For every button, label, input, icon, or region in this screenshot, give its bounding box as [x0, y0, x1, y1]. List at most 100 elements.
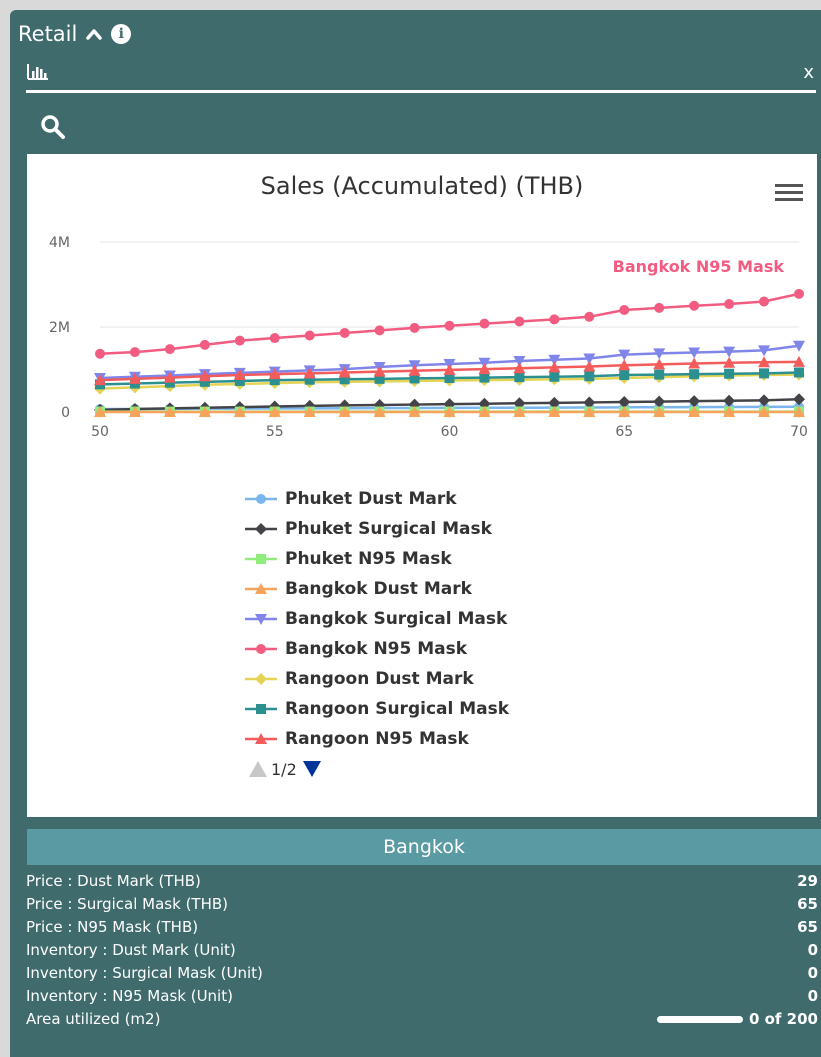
hamburger-menu-icon[interactable]: [775, 180, 803, 202]
x-tick-label: 65: [615, 424, 633, 440]
legend-symbol: [245, 644, 277, 654]
legend-label: Phuket N95 Mask: [285, 549, 452, 569]
city-stats: Price : Dust Mark (THB) 29 Price : Surgica…: [26, 870, 818, 1031]
data-point: [479, 372, 490, 383]
series-data-label: Bangkok N95 Mask: [613, 257, 785, 276]
legend-label: Phuket Surgical Mask: [285, 519, 492, 539]
data-point: [584, 311, 595, 322]
close-button[interactable]: x: [803, 62, 814, 83]
panel-title: Retail: [18, 22, 78, 46]
x-tick-label: 50: [91, 424, 109, 440]
legend-label: Bangkok Surgical Mask: [285, 609, 508, 629]
legend-symbol: [245, 704, 277, 714]
chart-legend: Phuket Dust Mark Phuket Surgical Mask Phuk…: [245, 484, 645, 784]
legend-item[interactable]: Phuket N95 Mask: [245, 544, 645, 574]
stat-row: Price : Surgical Mask (THB) 65: [26, 893, 818, 916]
data-point: [794, 367, 804, 378]
data-point: [654, 302, 665, 313]
info-icon[interactable]: i: [111, 24, 132, 44]
sales-chart: Sales (Accumulated) (THB) 0 2M 4M 50 55 60 65 70…: [27, 154, 817, 817]
x-tick-label: 60: [441, 424, 459, 440]
data-point: [444, 320, 455, 331]
stat-row: Price : N95 Mask (THB) 65: [26, 916, 818, 939]
stat-value: 65: [797, 918, 818, 936]
y-tick-label: 4M: [49, 235, 70, 251]
stat-label: Price : N95 Mask (THB): [26, 918, 199, 936]
chevron-up-icon[interactable]: [85, 25, 103, 43]
stat-label: Price : Dust Mark (THB): [26, 872, 201, 890]
city-header: Bangkok: [27, 829, 821, 865]
retail-panel: Retail i x Sales (Accumulated) (THB) 0 2…: [10, 10, 821, 1057]
stat-value: 0: [807, 941, 818, 959]
legend-symbol: [245, 523, 277, 535]
data-point: [304, 330, 315, 341]
toolbar: x: [26, 58, 816, 93]
legend-label: Rangoon N95 Mask: [285, 729, 469, 749]
data-point: [689, 369, 700, 380]
data-point: [256, 704, 266, 714]
data-point: [256, 644, 266, 654]
triangle-up-icon[interactable]: [249, 761, 267, 777]
legend-label: Bangkok N95 Mask: [285, 639, 468, 659]
data-point: [339, 327, 350, 338]
data-point: [724, 299, 735, 310]
data-point: [129, 347, 140, 358]
data-point: [374, 325, 385, 336]
legend-pager: 1/2: [249, 754, 645, 784]
data-point: [654, 369, 665, 380]
data-point: [234, 335, 245, 346]
data-point: [514, 372, 525, 383]
legend-item[interactable]: Rangoon Surgical Mask: [245, 694, 645, 724]
data-point: [549, 314, 560, 325]
stat-value: 0: [807, 987, 818, 1005]
legend-item[interactable]: Rangoon N95 Mask: [245, 724, 645, 754]
legend-symbol: [245, 494, 277, 504]
legend-label: Rangoon Surgical Mask: [285, 699, 510, 719]
data-point: [619, 305, 630, 315]
x-tick-label: 70: [790, 424, 808, 440]
data-point: [95, 348, 105, 359]
data-point: [549, 371, 560, 382]
legend-label: Bangkok Dust Mark: [285, 579, 472, 599]
search-icon[interactable]: [40, 114, 66, 140]
data-point: [479, 318, 490, 329]
stat-row: Price : Dust Mark (THB) 29: [26, 870, 818, 893]
data-point: [759, 296, 770, 307]
data-point: [689, 300, 700, 311]
legend-symbol: [245, 614, 277, 625]
data-point: [269, 333, 280, 344]
x-tick-label: 55: [266, 424, 284, 440]
legend-item[interactable]: Phuket Surgical Mask: [245, 514, 645, 544]
data-point: [619, 370, 630, 381]
legend-item[interactable]: Rangoon Dust Mark: [245, 664, 645, 694]
legend-symbol: [245, 673, 277, 685]
legend-item[interactable]: Bangkok Surgical Mask: [245, 604, 645, 634]
area-row: Area utilized (m2) 0 of 200: [26, 1008, 818, 1031]
legend-item[interactable]: Bangkok Dust Mark: [245, 574, 645, 604]
data-point: [199, 339, 210, 350]
stat-value: 0: [807, 964, 818, 982]
legend-symbol: [245, 583, 277, 594]
stat-value: 29: [797, 872, 818, 890]
bar-chart-icon[interactable]: [26, 62, 50, 82]
legend-page-label: 1/2: [271, 759, 297, 779]
y-tick-label: 0: [61, 405, 70, 421]
panel-header: Retail i: [18, 20, 132, 48]
legend-item[interactable]: Phuket Dust Mark: [245, 484, 645, 514]
stat-label: Inventory : Dust Mark (Unit): [26, 941, 236, 959]
triangle-down-icon[interactable]: [302, 761, 321, 777]
chart-title: Sales (Accumulated) (THB): [261, 172, 584, 200]
stat-label: Price : Surgical Mask (THB): [26, 895, 229, 913]
legend-symbol: [245, 733, 277, 744]
data-point: [164, 344, 175, 355]
data-point: [256, 554, 266, 564]
area-value-group: 0 of 200: [656, 1008, 818, 1031]
chart-canvas: Sales (Accumulated) (THB) 0 2M 4M 50 55 60 65 70…: [49, 172, 808, 440]
stat-row: Inventory : Dust Mark (Unit) 0: [26, 939, 818, 962]
area-label: Area utilized (m2): [26, 1010, 161, 1028]
legend-item[interactable]: Bangkok N95 Mask: [245, 634, 645, 664]
data-point: [584, 371, 595, 382]
data-point: [793, 393, 805, 406]
stat-label: Inventory : N95 Mask (Unit): [26, 987, 233, 1005]
stat-value: 65: [797, 895, 818, 913]
